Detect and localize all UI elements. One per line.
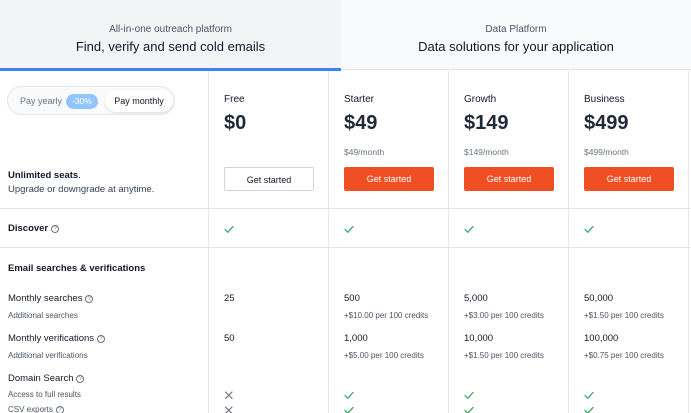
monthly-searches-business: 50,000 [584,293,614,304]
tab-data-platform[interactable]: Data Platform Data solutions for your ap… [341,0,691,71]
check-icon [584,406,594,413]
column-divider [568,71,569,413]
plan-name-free: Free [224,94,245,105]
tabs-divider [341,69,691,70]
get-started-business-button[interactable]: Get started [584,167,674,191]
pay-yearly-option[interactable]: Pay yearly [20,96,62,106]
feature-domain-search-label: Domain Search? [8,373,85,384]
tab-outreach-platform[interactable]: All-in-one outreach platform Find, verif… [0,0,341,71]
help-icon[interactable]: ? [76,375,85,383]
product-tabs: All-in-one outreach platform Find, verif… [0,0,691,71]
tab-outreach-title: Find, verify and send cold emails [75,39,266,54]
plan-price-starter: $49 [344,112,378,134]
seats-subtitle: Upgrade or downgrade at anytime. [8,184,155,195]
feature-monthly-verifications-label: Monthly verifications? [8,333,106,344]
monthly-verifications-business: 100,000 [584,333,619,344]
plan-permonth-starter: $49/month [344,147,385,157]
help-icon[interactable]: ? [51,225,60,233]
seats-title-text: Unlimited seats [8,170,79,181]
additional-verifications-growth: +$1.50 per 100 credits [464,351,544,360]
feature-csv-exports-text: CSV exports [8,405,53,413]
plan-price-business: $499 [584,112,629,134]
plan-name-growth: Growth [464,94,497,105]
additional-searches-growth: +$3.00 per 100 credits [464,311,544,320]
additional-verifications-starter: +$5.00 per 100 credits [344,351,424,360]
monthly-searches-starter: 500 [344,293,360,304]
additional-searches-starter: +$10.00 per 100 credits [344,311,429,320]
section-email-heading: Email searches & verifications [8,263,146,274]
check-icon [584,225,594,234]
plan-price-growth: $149 [464,112,509,134]
row-divider [0,247,691,248]
feature-additional-searches-label: Additional searches [8,311,78,320]
feature-monthly-searches-text: Monthly searches [8,293,83,304]
check-icon [344,225,354,234]
plan-permonth-business: $499/month [584,147,629,157]
help-icon[interactable]: ? [85,295,94,303]
feature-domain-search-text: Domain Search [8,373,74,384]
check-icon [224,225,234,234]
plan-price-free: $0 [224,112,247,134]
plan-permonth-growth: $149/month [464,147,509,157]
feature-monthly-searches-label: Monthly searches? [8,293,94,304]
get-started-growth-button[interactable]: Get started [464,167,554,191]
monthly-verifications-free: 50 [224,333,235,344]
cross-icon [224,391,233,400]
tab-outreach-subtitle: All-in-one outreach platform [109,24,232,35]
plan-name-business: Business [584,94,625,105]
feature-additional-verifications-label: Additional verifications [8,351,88,360]
seats-title-period: . [78,170,81,181]
feature-full-results-label: Access to full results [8,390,81,399]
monthly-verifications-starter: 1,000 [344,333,368,344]
column-divider [688,71,689,413]
tab-data-subtitle: Data Platform [485,24,547,35]
help-icon[interactable]: ? [97,335,106,343]
tab-data-title: Data solutions for your application [418,39,614,54]
monthly-searches-growth: 5,000 [464,293,488,304]
column-divider [208,71,209,413]
check-icon [344,391,354,400]
get-started-free-button[interactable]: Get started [224,167,314,191]
check-icon [344,406,354,413]
feature-monthly-verifications-text: Monthly verifications [8,333,95,344]
column-divider [448,71,449,413]
plan-name-starter: Starter [344,94,375,105]
feature-discover-text: Discover [8,223,49,234]
get-started-starter-button[interactable]: Get started [344,167,434,191]
row-divider [0,208,691,209]
column-divider [328,71,329,413]
monthly-verifications-growth: 10,000 [464,333,494,344]
feature-discover-label: Discover? [8,223,60,234]
check-icon [584,391,594,400]
billing-toggle[interactable]: Pay yearly -30% Pay monthly [7,86,175,115]
additional-verifications-business: +$0.75 per 100 credits [584,351,664,360]
check-icon [464,225,474,234]
additional-searches-business: +$1.50 per 100 credits [584,311,664,320]
pay-monthly-option[interactable]: Pay monthly [105,90,173,112]
check-icon [464,406,474,413]
cross-icon [224,406,233,413]
seats-title: Unlimited seats. [8,170,81,181]
check-icon [464,391,474,400]
feature-csv-exports-label: CSV exports? [8,405,64,413]
monthly-searches-free: 25 [224,293,235,304]
help-icon[interactable]: ? [55,406,64,413]
discount-badge: -30% [66,94,98,109]
